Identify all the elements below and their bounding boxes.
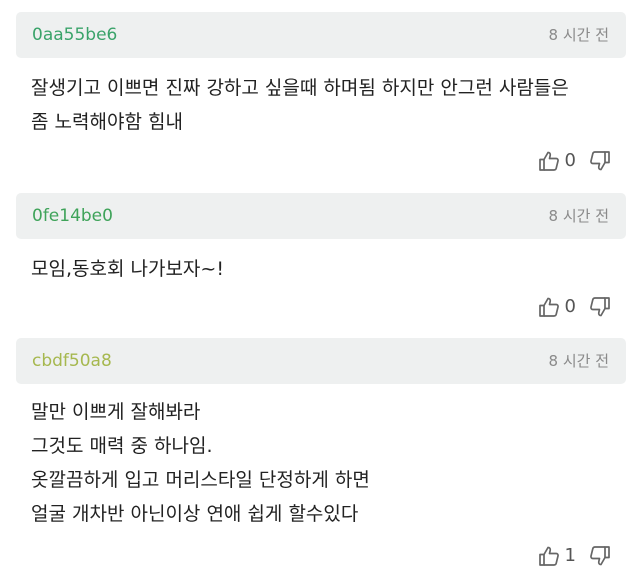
comment-username[interactable]: 0fe14be0 [32,205,113,227]
comment-username[interactable]: cbdf50a8 [32,350,112,372]
thumbs-up-icon [538,546,559,566]
comment-text-line: 말만 이쁘게 잘해봐라 [31,401,201,423]
comment-text: 잘생기고 이쁘면 진짜 강하고 싶을때 하며됨 하지만 안그런 사람들은 좀 노… [31,71,621,139]
comment-text-line: 잘생기고 이쁘면 진짜 강하고 싶을때 하며됨 하지만 안그런 사람들은 [31,77,569,99]
thumbs-down-icon [590,151,610,171]
comment-text: 모임,동호회 나가보자~! [31,252,621,286]
like-button[interactable]: 0 [537,149,588,173]
comment-text-line: 모임,동호회 나가보자~! [31,258,224,280]
comment-votes: 0 [537,148,612,174]
comment-votes: 1 [537,543,612,569]
comment-header: 0aa55be6 8 시간 전 [16,12,626,58]
like-count: 0 [564,296,576,317]
like-count: 1 [564,545,576,566]
comment-text: 말만 이쁘게 잘해봐라 그것도 매력 중 하나임. 옷깔끔하게 입고 머리스타일… [31,395,621,531]
dislike-button[interactable] [588,149,612,173]
thumbs-up-icon [538,297,559,317]
comment-text-line: 옷깔끔하게 입고 머리스타일 단정하게 하면 [31,469,370,491]
comment-text-line: 그것도 매력 중 하나임. [31,435,213,457]
thumbs-down-icon [590,546,610,566]
comment-header: cbdf50a8 8 시간 전 [16,338,626,384]
comment-timestamp: 8 시간 전 [548,207,609,225]
like-button[interactable]: 0 [537,295,588,319]
like-button[interactable]: 1 [537,544,588,568]
comment-text-line: 좀 노력해야함 힘내 [31,111,183,133]
dislike-button[interactable] [588,295,612,319]
thumbs-up-icon [538,151,559,171]
comment-text-line: 얼굴 개차반 아닌이상 연애 쉽게 할수있다 [31,503,359,525]
thumbs-down-icon [590,297,610,317]
comment-username[interactable]: 0aa55be6 [32,24,117,46]
comment-timestamp: 8 시간 전 [548,352,609,370]
comment-votes: 0 [537,294,612,320]
dislike-button[interactable] [588,544,612,568]
like-count: 0 [564,150,576,171]
comment-timestamp: 8 시간 전 [548,26,609,44]
comment-header: 0fe14be0 8 시간 전 [16,193,626,239]
